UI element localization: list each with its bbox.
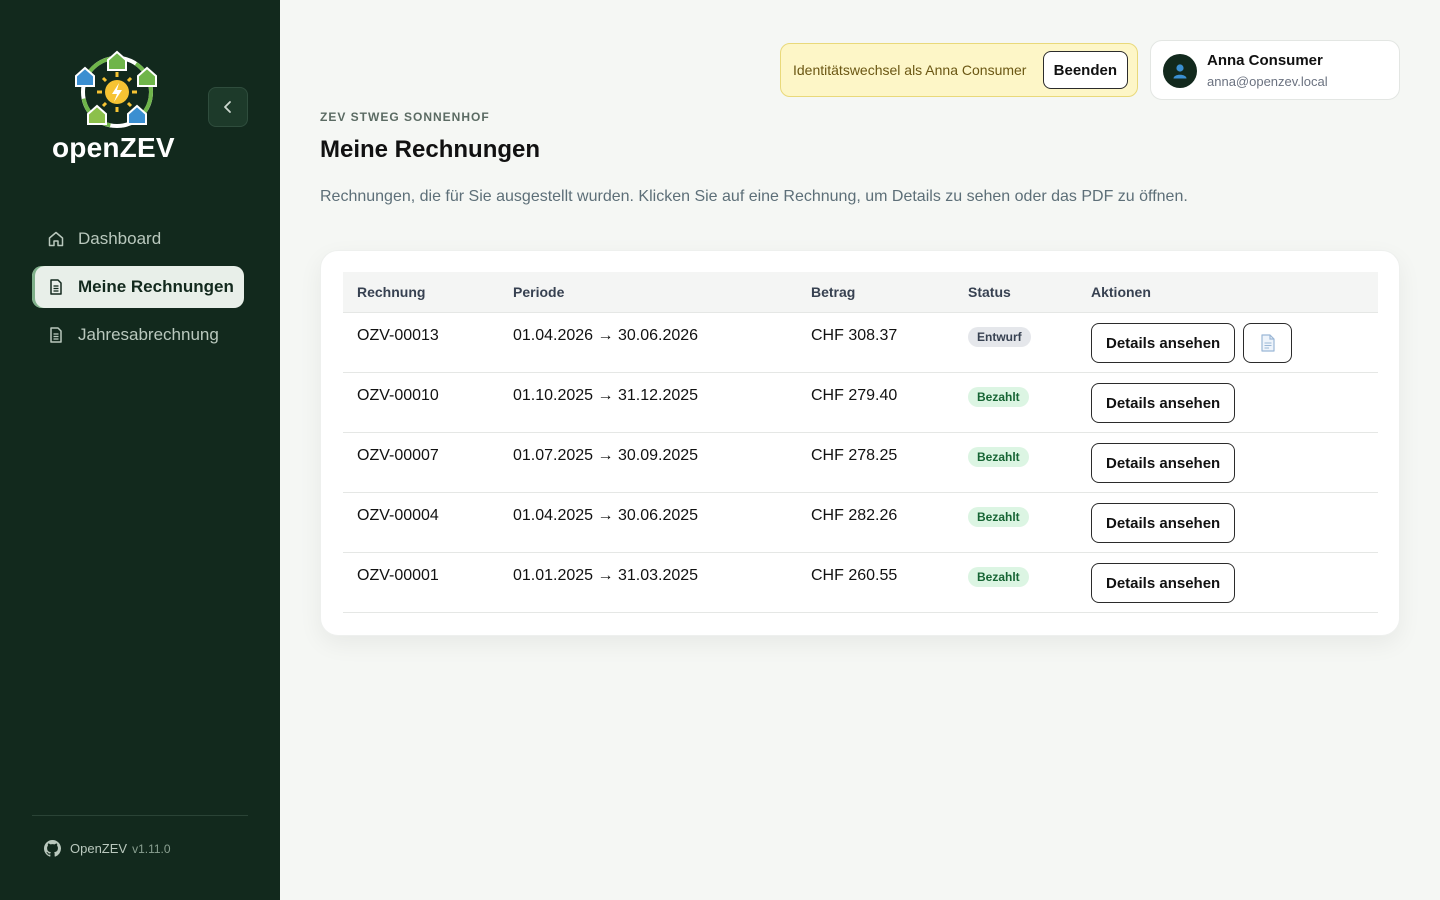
chevron-left-icon	[224, 101, 231, 113]
home-icon	[46, 229, 66, 249]
status-badge: Bezahlt	[968, 507, 1029, 527]
user-name: Anna Consumer	[1207, 52, 1323, 69]
avatar	[1163, 54, 1197, 88]
end-impersonation-button[interactable]: Beenden	[1042, 51, 1128, 89]
sidebar-nav: Dashboard Meine Rechnungen Jahresabrechn…	[32, 218, 244, 362]
user-card[interactable]: Anna Consumer anna@openzev.local	[1150, 40, 1400, 100]
sidebar-footer[interactable]: OpenZEV v1.11.0	[44, 840, 171, 857]
table-row[interactable]: OZV-00007 01.07.2025 → 30.09.2025 CHF 27…	[343, 433, 1378, 493]
details-button[interactable]: Details ansehen	[1091, 383, 1236, 423]
sidebar-item-jahresabrechnung[interactable]: Jahresabrechnung	[32, 314, 244, 356]
invoice-amount: CHF 260.55	[811, 567, 898, 584]
status-badge: Bezahlt	[968, 567, 1029, 587]
status-badge: Bezahlt	[968, 387, 1029, 407]
page-title: Meine Rechnungen	[320, 136, 541, 163]
open-pdf-button[interactable]	[1243, 323, 1293, 363]
invoice-period: 01.04.2026 → 30.06.2026	[513, 327, 699, 344]
table-row[interactable]: OZV-00004 01.04.2025 → 30.06.2025 CHF 28…	[343, 493, 1378, 553]
details-button[interactable]: Details ansehen	[1091, 503, 1236, 543]
sidebar-divider	[32, 815, 248, 816]
community-name: ZEV STWEG SONNENHOF	[320, 110, 490, 124]
table-row[interactable]: OZV-00010 01.10.2025 → 31.12.2025 CHF 27…	[343, 373, 1378, 433]
column-header-periode: Periode	[513, 284, 565, 300]
invoices-card: Rechnung Periode Betrag Status Aktionen …	[320, 250, 1400, 636]
github-icon	[44, 840, 61, 857]
invoices-table: Rechnung Periode Betrag Status Aktionen …	[343, 272, 1378, 613]
invoice-number: OZV-00004	[357, 507, 439, 524]
invoice-period: 01.10.2025 → 31.12.2025	[513, 387, 699, 404]
invoice-period: 01.01.2025 → 31.03.2025	[513, 567, 699, 584]
invoice-number: OZV-00013	[357, 327, 439, 344]
footer-version: v1.11.0	[132, 841, 171, 856]
column-header-rechnung: Rechnung	[357, 284, 426, 300]
invoice-number: OZV-00010	[357, 387, 439, 404]
user-email: anna@openzev.local	[1207, 74, 1328, 89]
sidebar-item-dashboard[interactable]: Dashboard	[32, 218, 244, 260]
sidebar-collapse-button[interactable]	[208, 87, 248, 127]
sidebar-item-label: Meine Rechnungen	[78, 277, 234, 296]
brand-name: openZEV	[52, 132, 175, 163]
invoice-amount: CHF 308.37	[811, 327, 898, 344]
column-header-status: Status	[968, 284, 1011, 300]
details-button[interactable]: Details ansehen	[1091, 323, 1236, 363]
page-subtitle: Rechnungen, die für Sie ausgestellt wurd…	[320, 188, 1188, 205]
status-badge: Entwurf	[968, 327, 1031, 347]
details-button[interactable]: Details ansehen	[1091, 443, 1236, 483]
table-header: Rechnung Periode Betrag Status Aktionen	[343, 272, 1378, 313]
invoice-number: OZV-00007	[357, 447, 439, 464]
invoice-period: 01.04.2025 → 30.06.2025	[513, 507, 699, 524]
user-icon	[1173, 64, 1187, 79]
invoice-period: 01.07.2025 → 30.09.2025	[513, 447, 699, 464]
column-header-aktionen: Aktionen	[1091, 284, 1151, 300]
invoice-number: OZV-00001	[357, 567, 439, 584]
document-icon	[46, 325, 66, 345]
impersonation-banner: Identitätswechsel als Anna Consumer Been…	[780, 43, 1138, 97]
sidebar-item-label: Dashboard	[78, 229, 162, 248]
pdf-icon	[1261, 334, 1275, 352]
table-row[interactable]: OZV-00001 01.01.2025 → 31.03.2025 CHF 26…	[343, 553, 1378, 613]
invoice-amount: CHF 279.40	[811, 387, 898, 404]
sidebar-item-label: Jahresabrechnung	[78, 325, 219, 344]
invoice-amount: CHF 282.26	[811, 507, 898, 524]
status-badge: Bezahlt	[968, 447, 1029, 467]
footer-name: OpenZEV	[70, 841, 128, 856]
invoice-amount: CHF 278.25	[811, 447, 898, 464]
sidebar: openZEV Dashboard Meine Rechnungen Jahre…	[0, 0, 280, 900]
document-icon	[46, 277, 66, 297]
sidebar-item-meine-rechnungen[interactable]: Meine Rechnungen	[32, 266, 244, 308]
table-row[interactable]: OZV-00013 01.04.2026 → 30.06.2026 CHF 30…	[343, 313, 1378, 373]
column-header-betrag: Betrag	[811, 284, 856, 300]
details-button[interactable]: Details ansehen	[1091, 563, 1236, 603]
impersonation-text: Identitätswechsel als Anna Consumer	[793, 62, 1027, 78]
